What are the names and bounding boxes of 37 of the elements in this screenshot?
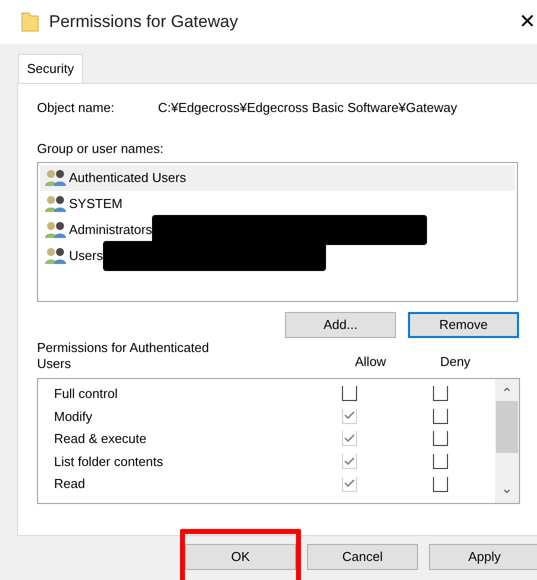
list-item[interactable]: SYSTEM [40,190,515,216]
list-item[interactable]: Administrators [40,216,515,242]
window-title: Permissions for Gateway [49,11,238,34]
close-button[interactable]: ✕ [515,7,537,37]
button[interactable]: Add... [285,312,396,338]
column-header: Allow [355,353,386,371]
list-item[interactable]: Authenticated Users [40,164,515,190]
permission-name: Read & execute [53,430,148,448]
checkbox[interactable] [342,386,357,402]
checkbox[interactable] [433,454,448,470]
checkbox[interactable] [433,386,448,402]
checkbox[interactable] [433,431,448,446]
users-icon [45,220,67,238]
checkbox[interactable] [433,408,448,424]
scroll-down-button[interactable]: ⌄ [501,478,513,502]
button[interactable]: Apply [429,544,537,570]
scrollbar[interactable]: ⌃ ⌄ [495,378,519,502]
section-label: Permissions for Authenticated Users [37,340,210,372]
users-icon [45,168,67,186]
scroll-up-button[interactable]: ⌃ [501,378,513,400]
checkbox[interactable] [433,476,448,492]
list-item[interactable]: Users [40,242,515,268]
permission-name: Read [53,475,86,494]
folder-icon [21,12,39,32]
users-icon [45,194,67,212]
permission-name: List folder contents [53,452,164,471]
button[interactable]: Remove [408,312,519,338]
column-header: Deny [440,353,470,371]
permission-name: Full control [53,385,119,404]
button[interactable]: OK [185,544,296,570]
users-icon [45,246,67,264]
object-path: C:¥Edgecross¥Edgecross Basic Software¥Gateway [158,98,458,117]
section-label: Group or user names: [37,140,164,158]
button[interactable]: Cancel [307,544,418,570]
field-label: Object name: [37,98,116,117]
permission-name: Modify [53,408,94,426]
tab[interactable]: Security [18,54,83,82]
